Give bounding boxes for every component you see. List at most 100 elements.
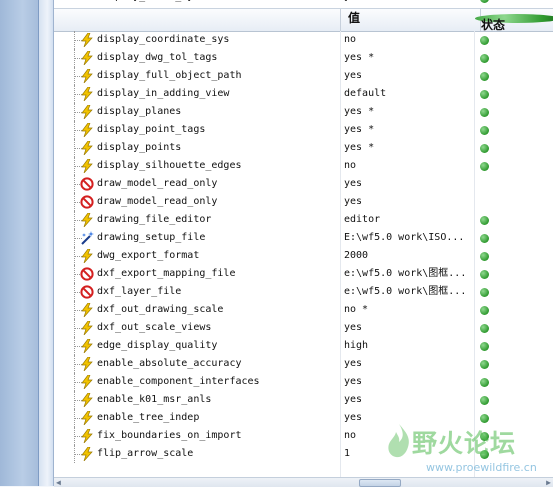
lightning-icon xyxy=(80,392,94,408)
status-indicator xyxy=(480,432,489,441)
options-list: display_coordinate_sys no display_dwg_tol_… xyxy=(54,31,553,463)
option-value[interactable]: yes xyxy=(344,409,472,427)
option-row[interactable]: dxf_export_mapping_file e:\wf5.0 work\图框.… xyxy=(54,265,553,283)
option-row[interactable]: display_silhouette_edges no xyxy=(54,157,553,175)
option-row[interactable]: drawing_file_editor editor xyxy=(54,211,553,229)
status-indicator xyxy=(480,126,489,135)
prohibited-icon xyxy=(80,177,94,191)
status-indicator xyxy=(480,306,489,315)
option-name: display_points xyxy=(97,142,182,153)
option-row[interactable]: display_point_tags yes * xyxy=(54,121,553,139)
option-row[interactable]: enable_k01_msr_anls yes xyxy=(54,391,553,409)
option-value[interactable]: yes * xyxy=(344,139,472,157)
option-row[interactable]: dxf_layer_file e:\wf5.0 work\图框... xyxy=(54,283,553,301)
option-row[interactable]: draw_model_read_only yes xyxy=(54,193,553,211)
option-name: draw_model_read_only xyxy=(97,178,218,189)
option-value[interactable]: yes * xyxy=(344,121,472,139)
option-value[interactable]: no xyxy=(344,157,472,175)
lightning-icon xyxy=(80,374,94,390)
option-row[interactable]: enable_component_interfaces yes xyxy=(54,373,553,391)
status-indicator xyxy=(480,234,489,243)
option-value[interactable]: e:\wf5.0 work\图框... xyxy=(344,283,472,301)
option-name: dwg_export_format xyxy=(97,250,200,261)
option-row[interactable]: enable_tree_indep yes xyxy=(54,409,553,427)
prohibited-icon xyxy=(80,267,94,281)
config-options-grid: display_error_sym yes 值 状态 display_coord… xyxy=(54,0,553,477)
option-name: drawing_setup_file xyxy=(97,232,206,243)
option-value[interactable]: 2000 xyxy=(344,247,472,265)
option-value[interactable]: yes * xyxy=(344,49,472,67)
lightning-icon xyxy=(80,104,94,120)
option-row[interactable]: dwg_export_format 2000 xyxy=(54,247,553,265)
lightning-icon xyxy=(80,410,94,426)
option-row[interactable]: display_planes yes * xyxy=(54,103,553,121)
option-value[interactable]: yes xyxy=(344,193,472,211)
option-row[interactable]: display_points yes * xyxy=(54,139,553,157)
left-navigation-panel xyxy=(0,0,39,486)
option-name: draw_model_read_only xyxy=(97,196,218,207)
column-header-value[interactable]: 值 xyxy=(341,9,481,31)
option-row[interactable]: display_in_adding_view default xyxy=(54,85,553,103)
option-value[interactable]: yes xyxy=(344,355,472,373)
option-row[interactable]: dxf_out_scale_views yes xyxy=(54,319,553,337)
prohibited-icon xyxy=(80,195,94,209)
status-indicator xyxy=(480,396,489,405)
option-value[interactable]: default xyxy=(344,85,472,103)
status-indicator xyxy=(480,252,489,261)
status-indicator xyxy=(480,342,489,351)
column-header-name[interactable] xyxy=(54,9,341,31)
status-indicator xyxy=(480,450,489,459)
option-value[interactable]: yes xyxy=(344,391,472,409)
option-row[interactable]: display_dwg_tol_tags yes * xyxy=(54,49,553,67)
panel-splitter[interactable] xyxy=(39,0,54,486)
option-row[interactable]: display_full_object_path yes xyxy=(54,67,553,85)
option-value[interactable]: yes xyxy=(344,175,472,193)
column-header-status[interactable]: 状态 xyxy=(475,14,553,32)
status-indicator xyxy=(480,72,489,81)
status-indicator xyxy=(480,36,489,45)
status-indicator xyxy=(480,108,489,117)
option-value[interactable]: high xyxy=(344,337,472,355)
option-row[interactable]: flip_arrow_scale 1 xyxy=(54,445,553,463)
lightning-icon xyxy=(80,446,94,462)
option-value[interactable]: no xyxy=(344,31,472,49)
option-value[interactable]: yes xyxy=(344,67,472,85)
option-value[interactable]: yes * xyxy=(344,103,472,121)
status-indicator xyxy=(480,270,489,279)
option-value[interactable]: yes xyxy=(344,373,472,391)
option-row[interactable]: draw_model_read_only yes xyxy=(54,175,553,193)
option-value[interactable]: 1 xyxy=(344,445,472,463)
status-indicator xyxy=(480,360,489,369)
option-name: display_silhouette_edges xyxy=(97,160,242,171)
option-row[interactable]: fix_boundaries_on_import no xyxy=(54,427,553,445)
option-name: enable_tree_indep xyxy=(97,412,200,423)
option-row[interactable]: drawing_setup_file E:\wf5.0 work\ISO... xyxy=(54,229,553,247)
option-value[interactable]: editor xyxy=(344,211,472,229)
option-name: display_point_tags xyxy=(97,124,206,135)
prohibited-icon xyxy=(80,285,94,299)
option-row[interactable]: display_coordinate_sys no xyxy=(54,31,553,49)
partial-row-value: yes xyxy=(344,0,362,6)
lightning-icon xyxy=(80,122,94,138)
lightning-icon xyxy=(80,68,94,84)
option-name: flip_arrow_scale xyxy=(97,448,194,459)
status-indicator xyxy=(480,54,489,63)
lightning-icon xyxy=(80,356,94,372)
status-indicator xyxy=(480,0,489,3)
option-value[interactable]: E:\wf5.0 work\ISO... xyxy=(344,229,472,247)
option-value[interactable]: no xyxy=(344,427,472,445)
option-value[interactable]: yes xyxy=(344,319,472,337)
option-row[interactable]: edge_display_quality high xyxy=(54,337,553,355)
option-name: dxf_layer_file xyxy=(97,286,182,297)
option-row[interactable]: dxf_out_drawing_scale no * xyxy=(54,301,553,319)
lightning-icon xyxy=(80,86,94,102)
lightning-icon xyxy=(80,32,94,48)
lightning-icon xyxy=(80,320,94,336)
status-indicator xyxy=(480,90,489,99)
status-indicator xyxy=(480,288,489,297)
option-value[interactable]: e:\wf5.0 work\图框... xyxy=(344,265,472,283)
option-value[interactable]: no * xyxy=(344,301,472,319)
option-row[interactable]: enable_absolute_accuracy yes xyxy=(54,355,553,373)
grid-header: 值 状态 xyxy=(54,8,553,32)
option-name: enable_k01_msr_anls xyxy=(97,394,212,405)
